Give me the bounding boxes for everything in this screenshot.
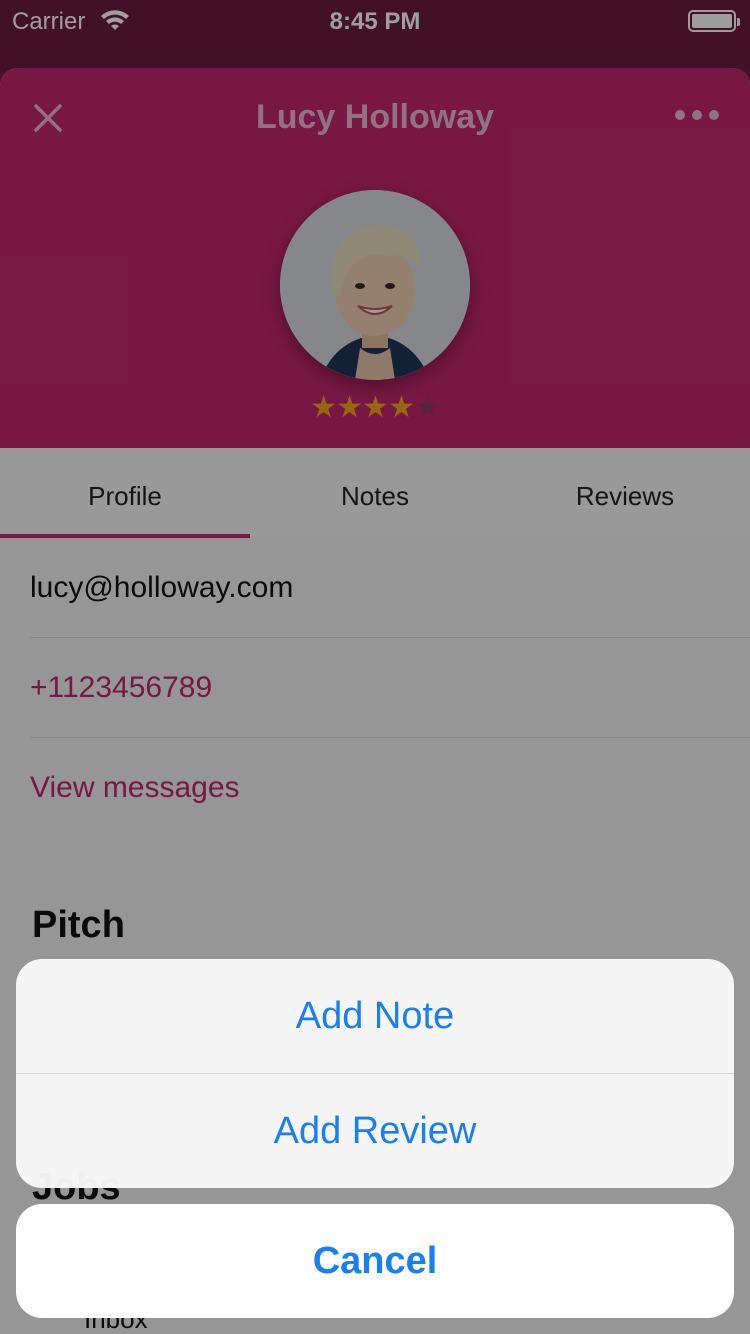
action-sheet-group: Add Note Add Review <box>16 959 734 1188</box>
add-note-button[interactable]: Add Note <box>16 959 734 1073</box>
cancel-button[interactable]: Cancel <box>16 1204 734 1318</box>
add-review-button[interactable]: Add Review <box>16 1074 734 1188</box>
